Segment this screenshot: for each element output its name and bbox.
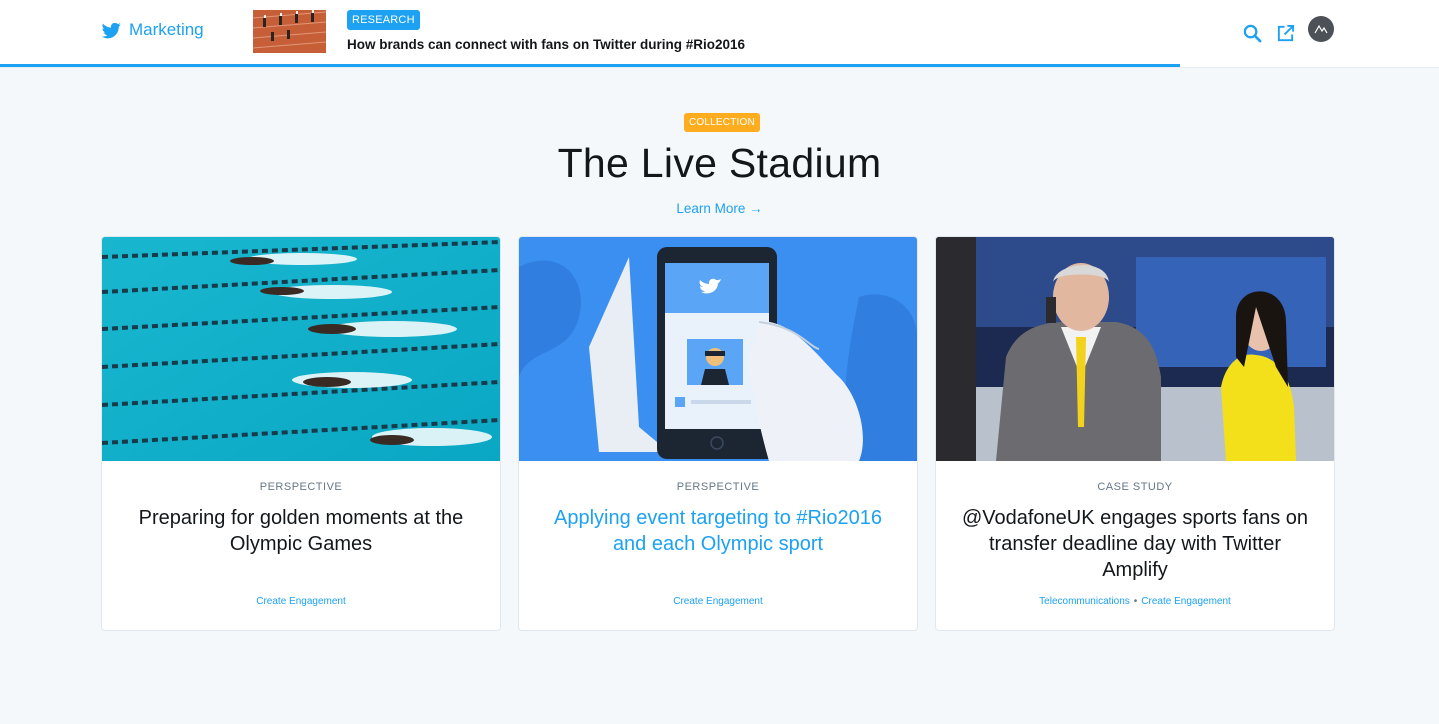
research-badge: RESEARCH <box>347 10 420 30</box>
swimming-pool-image[interactable] <box>102 237 500 461</box>
page-title: The Live Stadium <box>557 140 882 186</box>
article-card[interactable]: PERSPECTIVE Preparing for golden moments… <box>101 236 501 631</box>
top-bar: Marketing RESEARCH How brands can connec… <box>0 0 1439 68</box>
phone-illustration-image[interactable] <box>519 237 917 461</box>
twitter-bird-icon <box>102 22 121 38</box>
tag-link[interactable]: Create Engagement <box>673 596 763 607</box>
tag-link[interactable]: Create Engagement <box>1141 596 1231 607</box>
external-link-button[interactable] <box>1274 22 1296 44</box>
collection-badge: COLLECTION <box>684 113 760 132</box>
article-thumbnail[interactable] <box>253 10 326 53</box>
learn-more-link[interactable]: Learn More → <box>676 201 762 216</box>
avatar[interactable] <box>1308 16 1334 42</box>
tag-link[interactable]: Telecommunications <box>1039 596 1130 607</box>
learn-more-row: Learn More → <box>0 201 1439 216</box>
article-card[interactable]: PERSPECTIVE Applying event targeting to … <box>518 236 918 631</box>
tag-separator: • <box>1133 596 1138 607</box>
card-tags: Create Engagement <box>519 596 917 607</box>
current-article-title[interactable]: How brands can connect with fans on Twit… <box>347 37 745 52</box>
search-button[interactable] <box>1241 22 1263 44</box>
card-tags: Telecommunications • Create Engagement <box>936 596 1334 607</box>
brand-label: Marketing <box>129 20 204 39</box>
reading-progress-bar <box>0 64 1180 67</box>
card-title[interactable]: @VodafoneUK engages sports fans on trans… <box>956 505 1314 583</box>
card-kicker: PERSPECTIVE <box>676 481 760 493</box>
search-icon <box>1243 24 1261 42</box>
external-link-icon <box>1277 24 1294 41</box>
tag-link[interactable]: Create Engagement <box>256 596 346 607</box>
card-kicker: CASE STUDY <box>1097 481 1173 493</box>
card-tags: Create Engagement <box>102 596 500 607</box>
card-kicker: PERSPECTIVE <box>259 481 343 493</box>
avatar-icon <box>1314 24 1328 34</box>
card-title[interactable]: Preparing for golden moments at the Olym… <box>122 505 480 557</box>
brand-link[interactable]: Marketing <box>102 20 204 40</box>
card-title[interactable]: Applying event targeting to #Rio2016 and… <box>539 505 897 557</box>
tv-studio-image[interactable] <box>936 237 1334 461</box>
article-card[interactable]: CASE STUDY @VodafoneUK engages sports fa… <box>935 236 1335 631</box>
